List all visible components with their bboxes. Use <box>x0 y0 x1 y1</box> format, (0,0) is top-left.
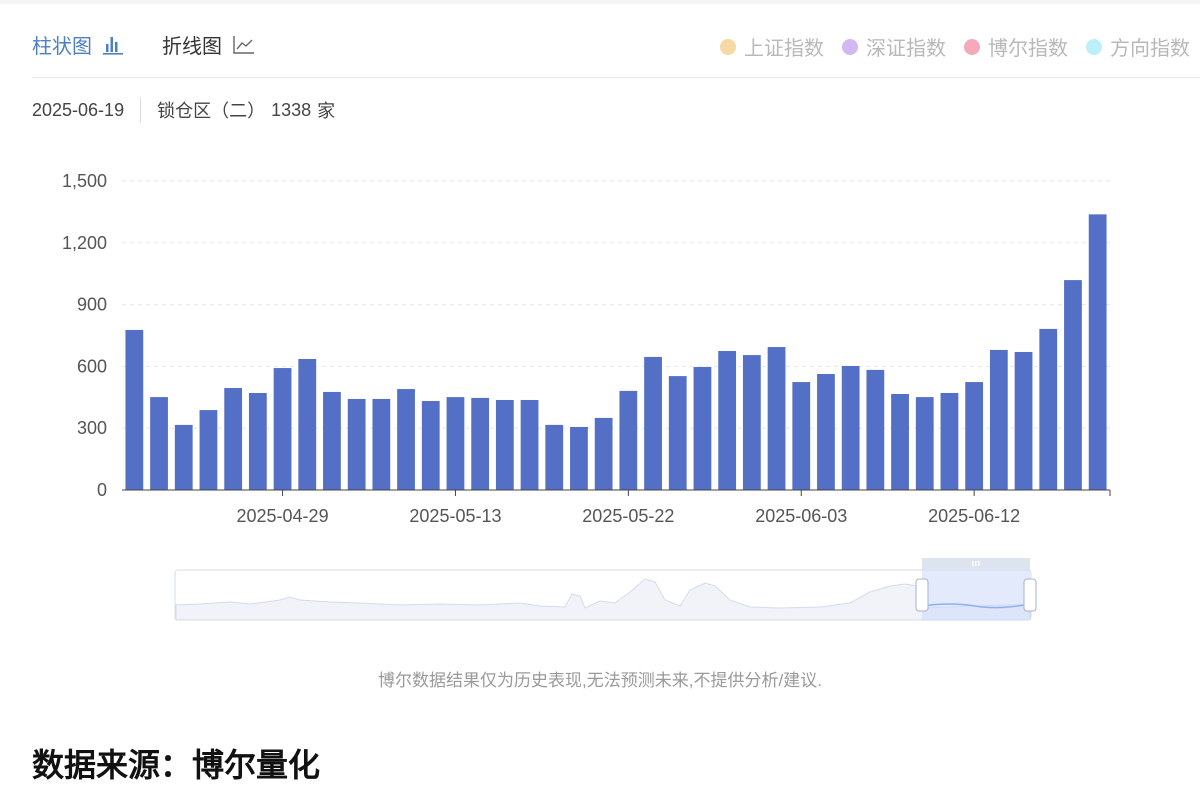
bar[interactable] <box>150 397 168 490</box>
x-tick-label: 2025-06-12 <box>928 506 1020 526</box>
bar[interactable] <box>421 401 440 490</box>
bar[interactable] <box>471 397 490 490</box>
bar[interactable] <box>965 382 984 490</box>
bar[interactable] <box>446 397 465 490</box>
bar[interactable] <box>397 389 415 490</box>
bar[interactable] <box>570 426 588 490</box>
bar[interactable] <box>174 424 193 490</box>
x-tick-label: 2025-05-22 <box>582 506 674 526</box>
bar[interactable] <box>347 398 366 490</box>
bar[interactable] <box>989 349 1008 490</box>
bar[interactable] <box>372 398 391 490</box>
bar[interactable] <box>545 424 564 490</box>
x-tick-label: 2025-06-03 <box>755 506 847 526</box>
y-tick-label: 600 <box>77 356 107 376</box>
bar[interactable] <box>915 397 934 490</box>
bar[interactable] <box>718 350 737 490</box>
y-tick-label: 1,200 <box>62 233 107 253</box>
data-source-label: 数据来源：博尔量化 <box>32 747 321 783</box>
y-tick-label: 0 <box>97 480 107 500</box>
x-tick-label: 2025-05-13 <box>409 506 501 526</box>
bar[interactable] <box>1039 328 1058 490</box>
bar[interactable] <box>125 329 144 490</box>
y-tick-label: 1,500 <box>62 171 107 191</box>
slider-left-handle[interactable] <box>915 578 929 612</box>
bar[interactable] <box>1064 280 1082 490</box>
bar[interactable] <box>668 376 687 490</box>
bar[interactable] <box>520 399 539 490</box>
bar[interactable] <box>248 392 267 490</box>
disclaimer-text: 博尔数据结果仅为历史表现,无法预测未来,不提供分析/建议. <box>378 671 822 690</box>
bar[interactable] <box>767 347 786 490</box>
bar[interactable] <box>1088 214 1107 490</box>
bar[interactable] <box>1014 351 1033 490</box>
bar[interactable] <box>817 374 835 490</box>
bar[interactable] <box>298 358 317 490</box>
data-zoom-slider[interactable] <box>174 558 1037 621</box>
bar[interactable] <box>866 369 885 490</box>
bar-chart: 0 300 600 900 1,200 1,500 2025-04-29 2025-05-1… <box>62 171 1111 621</box>
bar[interactable] <box>891 394 909 490</box>
bar[interactable] <box>940 392 959 490</box>
bar[interactable] <box>323 391 341 490</box>
y-tick-label: 300 <box>77 418 107 438</box>
bar[interactable] <box>224 388 243 490</box>
bar[interactable] <box>792 382 811 490</box>
bar[interactable] <box>742 355 761 490</box>
bar[interactable] <box>199 410 218 490</box>
slider-selected-range[interactable] <box>922 570 1030 620</box>
bar[interactable] <box>841 365 860 490</box>
bar[interactable] <box>495 399 514 490</box>
bar[interactable] <box>644 356 662 490</box>
slider-right-handle[interactable] <box>1023 578 1037 612</box>
bar[interactable] <box>273 368 292 490</box>
x-tick-label: 2025-04-29 <box>237 506 329 526</box>
y-tick-label: 900 <box>77 295 107 315</box>
bar[interactable] <box>594 417 613 490</box>
bar[interactable] <box>693 367 712 490</box>
bar[interactable] <box>619 390 638 490</box>
